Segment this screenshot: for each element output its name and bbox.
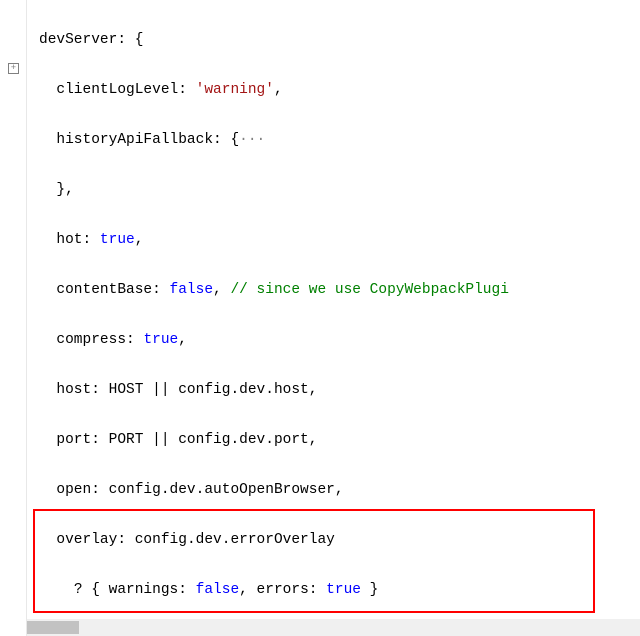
code-line: port: PORT || config.dev.port, — [39, 428, 640, 453]
scrollbar-thumb[interactable] — [27, 621, 79, 634]
collapsed-region: ··· — [239, 132, 265, 148]
code-line: host: HOST || config.dev.host, — [39, 378, 640, 403]
code-line: overlay: config.dev.errorOverlay — [39, 528, 640, 553]
code-line: contentBase: false, // since we use Copy… — [39, 278, 640, 303]
code-line: devServer: { — [39, 28, 640, 53]
code-line: }, — [39, 178, 640, 203]
code-line: open: config.dev.autoOpenBrowser, — [39, 478, 640, 503]
fold-expand-icon[interactable]: + — [8, 63, 19, 74]
code-line: historyApiFallback: {··· — [39, 128, 640, 153]
code-gutter: + — [0, 0, 27, 636]
horizontal-scrollbar[interactable] — [27, 619, 640, 636]
code-line: compress: true, — [39, 328, 640, 353]
code-line: clientLogLevel: 'warning', — [39, 78, 640, 103]
code-line: hot: true, — [39, 228, 640, 253]
code-editor[interactable]: devServer: { clientLogLevel: 'warning', … — [27, 0, 640, 636]
code-line: ? { warnings: false, errors: true } — [39, 578, 640, 603]
